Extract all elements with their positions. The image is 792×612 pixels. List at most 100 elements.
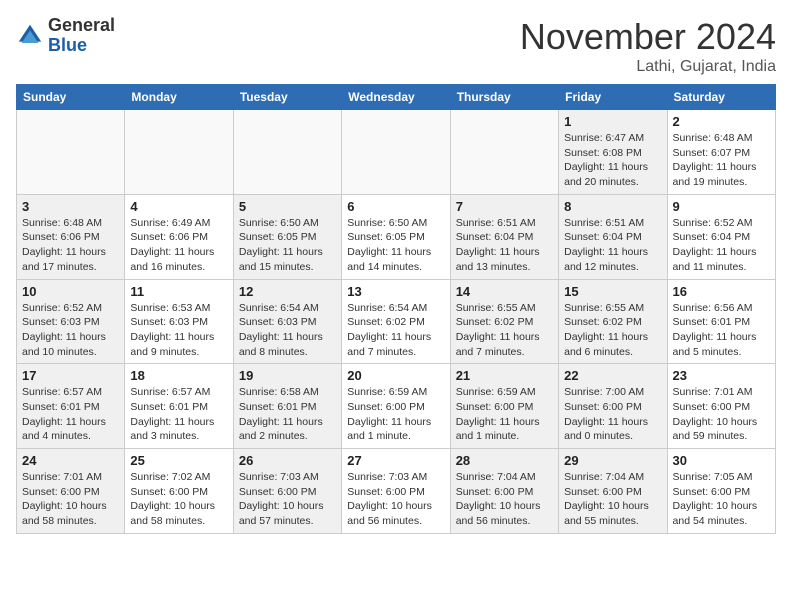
weekday-header-wednesday: Wednesday [342,85,450,110]
day-number: 5 [239,199,336,214]
week-row-2: 3 Sunrise: 6:48 AMSunset: 6:06 PMDaylight… [17,194,776,279]
calendar-cell: 21 Sunrise: 6:59 AMSunset: 6:00 PMDayligh… [450,364,558,449]
day-number: 18 [130,368,227,383]
calendar-cell: 4 Sunrise: 6:49 AMSunset: 6:06 PMDaylight… [125,194,233,279]
day-info: Sunrise: 6:51 AMSunset: 6:04 PMDaylight:… [456,216,553,275]
day-info: Sunrise: 7:00 AMSunset: 6:00 PMDaylight:… [564,385,661,444]
calendar-cell: 7 Sunrise: 6:51 AMSunset: 6:04 PMDaylight… [450,194,558,279]
week-row-5: 24 Sunrise: 7:01 AMSunset: 6:00 PMDayligh… [17,449,776,534]
day-number: 22 [564,368,661,383]
calendar-cell: 11 Sunrise: 6:53 AMSunset: 6:03 PMDayligh… [125,279,233,364]
weekday-header-tuesday: Tuesday [233,85,341,110]
day-info: Sunrise: 7:04 AMSunset: 6:00 PMDaylight:… [564,470,661,529]
day-number: 16 [673,284,770,299]
day-number: 30 [673,453,770,468]
calendar-cell: 10 Sunrise: 6:52 AMSunset: 6:03 PMDayligh… [17,279,125,364]
weekday-header-sunday: Sunday [17,85,125,110]
calendar-cell [342,110,450,195]
day-info: Sunrise: 7:01 AMSunset: 6:00 PMDaylight:… [673,385,770,444]
day-number: 24 [22,453,119,468]
calendar-cell: 16 Sunrise: 6:56 AMSunset: 6:01 PMDayligh… [667,279,775,364]
calendar-cell: 17 Sunrise: 6:57 AMSunset: 6:01 PMDayligh… [17,364,125,449]
day-info: Sunrise: 6:55 AMSunset: 6:02 PMDaylight:… [564,301,661,360]
calendar-cell: 28 Sunrise: 7:04 AMSunset: 6:00 PMDayligh… [450,449,558,534]
logo-icon [16,22,44,50]
day-info: Sunrise: 6:48 AMSunset: 6:06 PMDaylight:… [22,216,119,275]
calendar-cell: 3 Sunrise: 6:48 AMSunset: 6:06 PMDaylight… [17,194,125,279]
day-info: Sunrise: 6:54 AMSunset: 6:03 PMDaylight:… [239,301,336,360]
day-number: 28 [456,453,553,468]
calendar-cell [233,110,341,195]
day-info: Sunrise: 7:05 AMSunset: 6:00 PMDaylight:… [673,470,770,529]
weekday-header-monday: Monday [125,85,233,110]
day-info: Sunrise: 6:55 AMSunset: 6:02 PMDaylight:… [456,301,553,360]
day-number: 15 [564,284,661,299]
day-number: 13 [347,284,444,299]
day-info: Sunrise: 6:50 AMSunset: 6:05 PMDaylight:… [239,216,336,275]
weekday-header-row: SundayMondayTuesdayWednesdayThursdayFrid… [17,85,776,110]
day-info: Sunrise: 6:52 AMSunset: 6:04 PMDaylight:… [673,216,770,275]
calendar-cell: 27 Sunrise: 7:03 AMSunset: 6:00 PMDayligh… [342,449,450,534]
day-info: Sunrise: 7:02 AMSunset: 6:00 PMDaylight:… [130,470,227,529]
day-info: Sunrise: 6:52 AMSunset: 6:03 PMDaylight:… [22,301,119,360]
day-number: 21 [456,368,553,383]
day-number: 12 [239,284,336,299]
day-number: 8 [564,199,661,214]
day-number: 9 [673,199,770,214]
day-number: 14 [456,284,553,299]
calendar-cell: 19 Sunrise: 6:58 AMSunset: 6:01 PMDayligh… [233,364,341,449]
calendar-cell: 2 Sunrise: 6:48 AMSunset: 6:07 PMDaylight… [667,110,775,195]
day-number: 7 [456,199,553,214]
day-number: 2 [673,114,770,129]
calendar-cell: 8Sunrise: 6:51 AMSunset: 6:04 PMDaylight… [559,194,667,279]
day-number: 20 [347,368,444,383]
day-number: 11 [130,284,227,299]
day-number: 19 [239,368,336,383]
day-number: 27 [347,453,444,468]
calendar-cell [125,110,233,195]
calendar-cell: 20 Sunrise: 6:59 AMSunset: 6:00 PMDayligh… [342,364,450,449]
day-info: Sunrise: 7:04 AMSunset: 6:00 PMDaylight:… [456,470,553,529]
day-info: Sunrise: 6:47 AMSunset: 6:08 PMDaylight:… [564,131,661,190]
day-info: Sunrise: 7:03 AMSunset: 6:00 PMDaylight:… [347,470,444,529]
day-info: Sunrise: 7:01 AMSunset: 6:00 PMDaylight:… [22,470,119,529]
day-info: Sunrise: 6:58 AMSunset: 6:01 PMDaylight:… [239,385,336,444]
day-info: Sunrise: 6:54 AMSunset: 6:02 PMDaylight:… [347,301,444,360]
day-number: 3 [22,199,119,214]
day-number: 6 [347,199,444,214]
week-row-3: 10 Sunrise: 6:52 AMSunset: 6:03 PMDayligh… [17,279,776,364]
calendar-cell: 23 Sunrise: 7:01 AMSunset: 6:00 PMDayligh… [667,364,775,449]
day-number: 4 [130,199,227,214]
calendar-cell: 24 Sunrise: 7:01 AMSunset: 6:00 PMDayligh… [17,449,125,534]
location: Lathi, Gujarat, India [520,58,776,76]
day-number: 23 [673,368,770,383]
calendar-cell: 6Sunrise: 6:50 AMSunset: 6:05 PMDaylight… [342,194,450,279]
calendar-cell: 30 Sunrise: 7:05 AMSunset: 6:00 PMDayligh… [667,449,775,534]
day-number: 17 [22,368,119,383]
day-info: Sunrise: 6:48 AMSunset: 6:07 PMDaylight:… [673,131,770,190]
day-info: Sunrise: 6:57 AMSunset: 6:01 PMDaylight:… [22,385,119,444]
calendar-cell [17,110,125,195]
day-number: 10 [22,284,119,299]
page-header: General Blue November 2024 Lathi, Gujara… [16,16,776,76]
day-number: 29 [564,453,661,468]
calendar-table: SundayMondayTuesdayWednesdayThursdayFrid… [16,84,776,534]
month-title: November 2024 [520,16,776,58]
calendar-cell: 13 Sunrise: 6:54 AMSunset: 6:02 PMDayligh… [342,279,450,364]
day-info: Sunrise: 6:56 AMSunset: 6:01 PMDaylight:… [673,301,770,360]
calendar-cell: 25 Sunrise: 7:02 AMSunset: 6:00 PMDayligh… [125,449,233,534]
calendar-cell: 29 Sunrise: 7:04 AMSunset: 6:00 PMDayligh… [559,449,667,534]
day-info: Sunrise: 6:59 AMSunset: 6:00 PMDaylight:… [456,385,553,444]
day-info: Sunrise: 6:53 AMSunset: 6:03 PMDaylight:… [130,301,227,360]
day-number: 25 [130,453,227,468]
calendar-cell: 9 Sunrise: 6:52 AMSunset: 6:04 PMDaylight… [667,194,775,279]
calendar-cell: 18Sunrise: 6:57 AMSunset: 6:01 PMDayligh… [125,364,233,449]
week-row-1: 1 Sunrise: 6:47 AMSunset: 6:08 PMDaylight… [17,110,776,195]
calendar-cell: 22 Sunrise: 7:00 AMSunset: 6:00 PMDayligh… [559,364,667,449]
day-number: 1 [564,114,661,129]
day-info: Sunrise: 6:59 AMSunset: 6:00 PMDaylight:… [347,385,444,444]
weekday-header-saturday: Saturday [667,85,775,110]
day-number: 26 [239,453,336,468]
weekday-header-friday: Friday [559,85,667,110]
day-info: Sunrise: 6:49 AMSunset: 6:06 PMDaylight:… [130,216,227,275]
